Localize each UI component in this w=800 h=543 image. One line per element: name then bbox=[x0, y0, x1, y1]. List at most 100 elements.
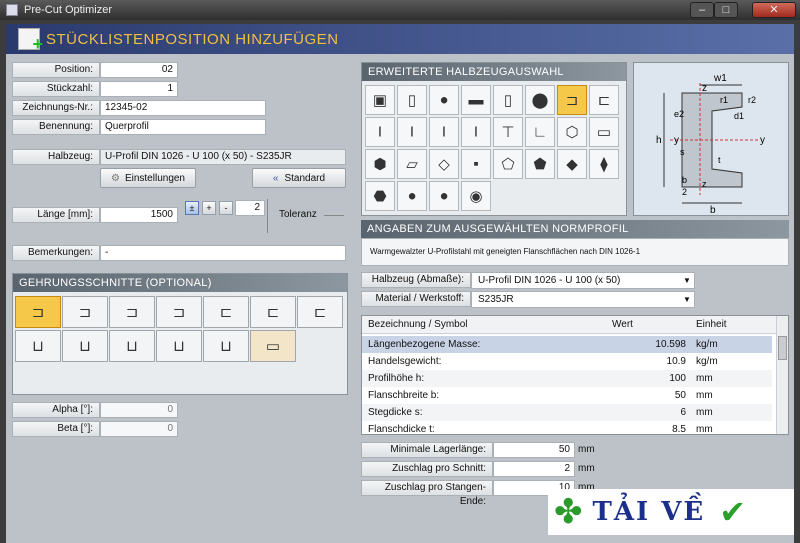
material-select[interactable]: S235JR ▼ bbox=[471, 291, 695, 308]
table-row[interactable]: Handelsgewicht: 10.9 kg/m bbox=[362, 353, 772, 370]
table-row[interactable]: Flanschbreite b: 50 mm bbox=[362, 387, 772, 404]
profile-type-option[interactable]: ⊏ bbox=[589, 85, 619, 115]
table-cell-value: 50 bbox=[674, 390, 686, 401]
lagerlaenge-field[interactable]: 50 bbox=[493, 442, 575, 458]
profile-type-option[interactable]: I bbox=[429, 117, 459, 147]
profile-type-option[interactable]: ▱ bbox=[397, 149, 427, 179]
benennung-label: Benennung: bbox=[12, 119, 100, 135]
plusminus-button[interactable]: ± bbox=[185, 201, 199, 215]
double-chevron-left-icon: « bbox=[272, 172, 279, 184]
material-value: S235JR bbox=[478, 294, 514, 305]
app-window: Pre-Cut Optimizer – □ ✕ STÜCKLISTENPOSIT… bbox=[0, 0, 800, 543]
miter-cut-option[interactable]: ⊔ bbox=[109, 330, 155, 362]
profile-type-option[interactable]: ⊐ bbox=[557, 85, 587, 115]
plus-button[interactable]: + bbox=[202, 201, 216, 215]
profile-type-option[interactable]: ⬢ bbox=[365, 149, 395, 179]
profile-type-icon: ● bbox=[439, 91, 449, 109]
einstellungen-button[interactable]: ⚙ Einstellungen bbox=[100, 168, 196, 188]
profile-type-option[interactable]: I bbox=[365, 117, 395, 147]
profile-type-option[interactable]: ▯ bbox=[397, 85, 427, 115]
miter-cut-option[interactable]: ⊐ bbox=[62, 296, 108, 328]
profile-type-option[interactable]: ◉ bbox=[461, 181, 491, 211]
z-top-text: z bbox=[702, 83, 707, 94]
miter-cut-option[interactable]: ⊏ bbox=[297, 296, 343, 328]
schnitt-field[interactable]: 2 bbox=[493, 461, 575, 477]
profile-type-option[interactable]: ∟ bbox=[525, 117, 555, 147]
profile-type-option[interactable]: ⊤ bbox=[493, 117, 523, 147]
table-cell-name: Flanschdicke t: bbox=[368, 424, 435, 435]
maximize-button[interactable]: □ bbox=[714, 2, 738, 18]
standard-button[interactable]: « Standard bbox=[252, 168, 346, 188]
profile-type-option[interactable]: ⬡ bbox=[557, 117, 587, 147]
profile-type-icon: ▭ bbox=[596, 124, 612, 141]
close-button[interactable]: ✕ bbox=[752, 2, 796, 18]
miter-cut-option[interactable]: ▭ bbox=[250, 330, 296, 362]
miter-cut-option[interactable]: ⊐ bbox=[156, 296, 202, 328]
profile-type-option[interactable]: ⧫ bbox=[589, 149, 619, 179]
miter-cut-option[interactable]: ⊐ bbox=[15, 296, 61, 328]
profile-type-option[interactable]: ▣ bbox=[365, 85, 395, 115]
table-cell-value: 10.9 bbox=[666, 356, 686, 367]
profile-type-option[interactable]: ⬠ bbox=[493, 149, 523, 179]
zeichnung-field[interactable]: 12345-02 bbox=[100, 100, 266, 116]
minimize-button[interactable]: – bbox=[690, 2, 714, 18]
table-row[interactable]: Flanschdicke t: 8.5 mm bbox=[362, 421, 772, 435]
profile-type-option[interactable]: ▯ bbox=[493, 85, 523, 115]
profile-type-icon: ⬠ bbox=[501, 156, 515, 173]
profile-type-option[interactable]: ● bbox=[429, 181, 459, 211]
profile-type-icon: ◆ bbox=[566, 156, 578, 173]
stueckzahl-field[interactable]: 1 bbox=[100, 81, 178, 97]
position-field[interactable]: 02 bbox=[100, 62, 178, 78]
laenge-label: Länge [mm]: bbox=[12, 207, 100, 223]
miter-cut-option[interactable]: ⊔ bbox=[203, 330, 249, 362]
miter-cut-option[interactable]: ⊐ bbox=[109, 296, 155, 328]
profile-type-option[interactable]: ● bbox=[429, 85, 459, 115]
erweitert-title: ERWEITERTE HALBZEUGAUSWAHL bbox=[362, 63, 626, 81]
beta-field[interactable]: 0 bbox=[100, 421, 178, 437]
profile-type-icon: ▬ bbox=[468, 91, 484, 109]
table-scrollbar[interactable] bbox=[776, 316, 788, 434]
add-document-icon bbox=[18, 28, 43, 55]
miter-cut-option[interactable]: ⊔ bbox=[15, 330, 61, 362]
miter-cut-option[interactable]: ⊔ bbox=[62, 330, 108, 362]
profile-type-option[interactable]: ⬣ bbox=[365, 181, 395, 211]
y-left-text: y bbox=[674, 135, 679, 146]
profile-type-option[interactable]: I bbox=[397, 117, 427, 147]
miter-cut-option[interactable]: ⊔ bbox=[156, 330, 202, 362]
laenge-field[interactable]: 1500 bbox=[100, 207, 178, 223]
table-cell-unit: kg/m bbox=[696, 356, 718, 367]
table-cell-value: 6 bbox=[680, 407, 686, 418]
profile-type-icon: ▪ bbox=[473, 155, 479, 173]
profile-type-option[interactable]: ⬟ bbox=[525, 149, 555, 179]
miter-cut-option[interactable]: ⊏ bbox=[250, 296, 296, 328]
bemerkungen-field[interactable]: - bbox=[100, 245, 346, 261]
profile-type-icon: ⬡ bbox=[565, 124, 579, 141]
benennung-field[interactable]: Querprofil bbox=[100, 119, 266, 135]
profile-type-option[interactable]: ▭ bbox=[589, 117, 619, 147]
halbzeug-field[interactable]: U-Profil DIN 1026 - U 100 (x 50) - S235J… bbox=[100, 149, 346, 165]
table-header: Bezeichnung / Symbol Wert Einheit bbox=[362, 316, 776, 334]
profile-type-option[interactable]: ▬ bbox=[461, 85, 491, 115]
table-row[interactable]: Längenbezogene Masse: 10.598 kg/m bbox=[362, 336, 772, 353]
toleranz-field[interactable]: 2 bbox=[235, 200, 265, 216]
toleranz-line bbox=[324, 215, 344, 216]
miter-cut-option[interactable]: ⊏ bbox=[203, 296, 249, 328]
profile-type-option[interactable]: I bbox=[461, 117, 491, 147]
profile-type-option[interactable]: ◆ bbox=[557, 149, 587, 179]
halbzeug-abmasse-select[interactable]: U-Profil DIN 1026 - U 100 (x 50) ▼ bbox=[471, 272, 695, 289]
profile-type-option[interactable]: ⬤ bbox=[525, 85, 555, 115]
profile-type-option[interactable]: ◇ bbox=[429, 149, 459, 179]
table-row[interactable]: Profilhöhe h: 100 mm bbox=[362, 370, 772, 387]
scroll-thumb[interactable] bbox=[778, 336, 787, 360]
minus-button[interactable]: - bbox=[219, 201, 233, 215]
table-cell-value: 10.598 bbox=[655, 339, 686, 350]
profile-type-option[interactable]: ● bbox=[397, 181, 427, 211]
profile-type-icon: ● bbox=[407, 187, 417, 205]
profile-type-option[interactable]: ▪ bbox=[461, 149, 491, 179]
table-row[interactable]: Stegdicke s: 6 mm bbox=[362, 404, 772, 421]
table-cell-unit: kg/m bbox=[696, 339, 718, 350]
b-text: b bbox=[710, 205, 716, 215]
alpha-field[interactable]: 0 bbox=[100, 402, 178, 418]
profile-type-icon: ▯ bbox=[407, 92, 417, 109]
app-icon bbox=[6, 4, 18, 16]
